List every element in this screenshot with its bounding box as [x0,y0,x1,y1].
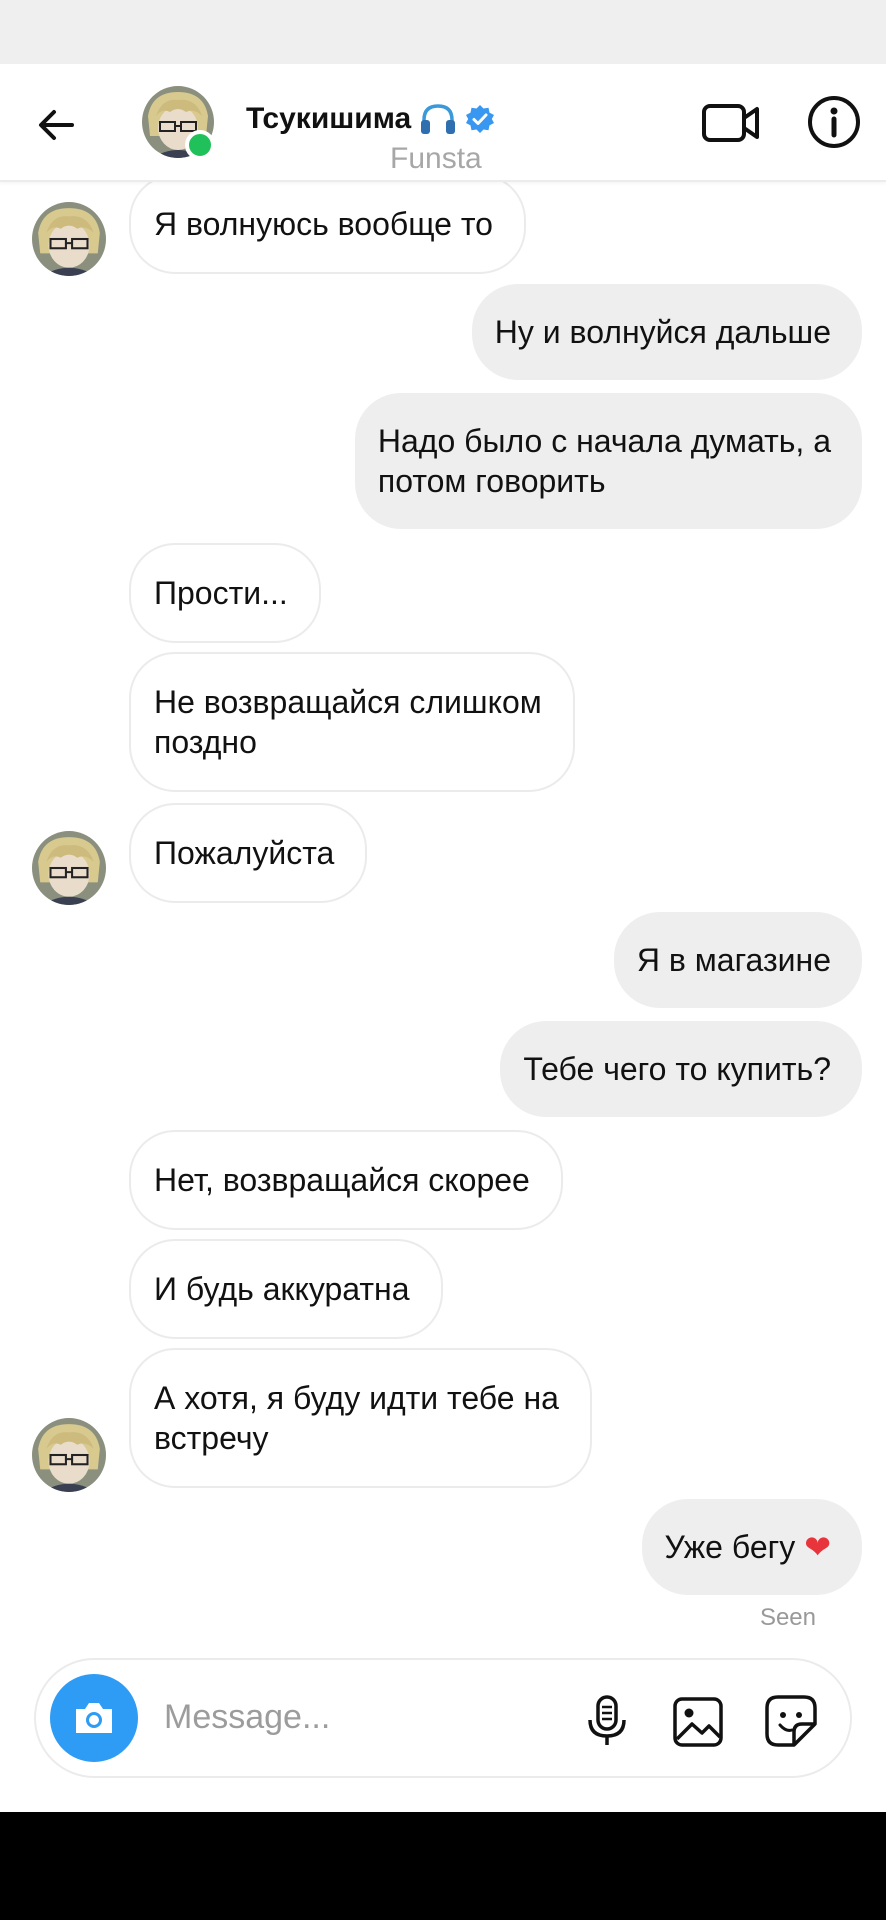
message-input[interactable]: Message... [164,1698,330,1737]
sticker-icon[interactable] [764,1694,818,1748]
verified-badge-icon [466,105,495,133]
message-bubble-incoming[interactable]: А хотя, я буду идти тебе на встречу [129,1348,592,1488]
back-arrow-icon[interactable] [32,100,82,150]
message-bubble-outgoing[interactable]: Надо было с начала думать, а потом говор… [354,393,862,529]
sender-avatar[interactable] [32,831,106,905]
message-bubble-incoming[interactable]: Пожалуйста [129,803,368,903]
headphones-icon [421,104,456,134]
info-icon[interactable] [804,92,864,152]
message-list[interactable]: Я волнуюсь вообще то Ну и волнуйся дальш… [0,174,886,1640]
sender-avatar[interactable] [32,1418,106,1492]
video-call-icon[interactable] [700,92,762,154]
microphone-icon[interactable] [582,1694,632,1748]
message-bubble-incoming[interactable]: И будь аккуратна [129,1239,443,1339]
chat-subtitle: Funsta [390,142,482,175]
camera-icon [76,1703,112,1733]
message-bubble-outgoing[interactable]: Ну и волнуйся дальше [471,284,862,380]
message-bubble-outgoing[interactable]: Уже бегу ❤ [641,1499,862,1595]
message-bubble-incoming[interactable]: Нет, возвращайся скорее [129,1130,563,1230]
sender-avatar[interactable] [32,202,106,276]
message-bubble-incoming[interactable]: Не возвращайся слишком поздно [129,652,575,792]
online-indicator [185,130,215,160]
message-bubble-incoming[interactable]: Я волнуюсь вообще то [129,174,526,274]
status-bar [0,0,886,64]
message-bubble-outgoing[interactable]: Я в магазине [613,912,862,1008]
title-row[interactable]: Тсукишима [246,102,495,136]
gallery-icon[interactable] [672,1696,724,1748]
message-bubble-incoming[interactable]: Прости... [129,543,321,643]
message-composer: Message... [34,1658,852,1778]
chat-title: Тсукишима [246,102,412,135]
system-navigation-bar [0,1812,886,1920]
message-bubble-outgoing[interactable]: Тебе чего то купить? [500,1021,862,1117]
camera-button[interactable] [50,1674,138,1762]
chat-header: Тсукишима Funsta [0,64,886,182]
seen-indicator: Seen [759,1604,816,1631]
